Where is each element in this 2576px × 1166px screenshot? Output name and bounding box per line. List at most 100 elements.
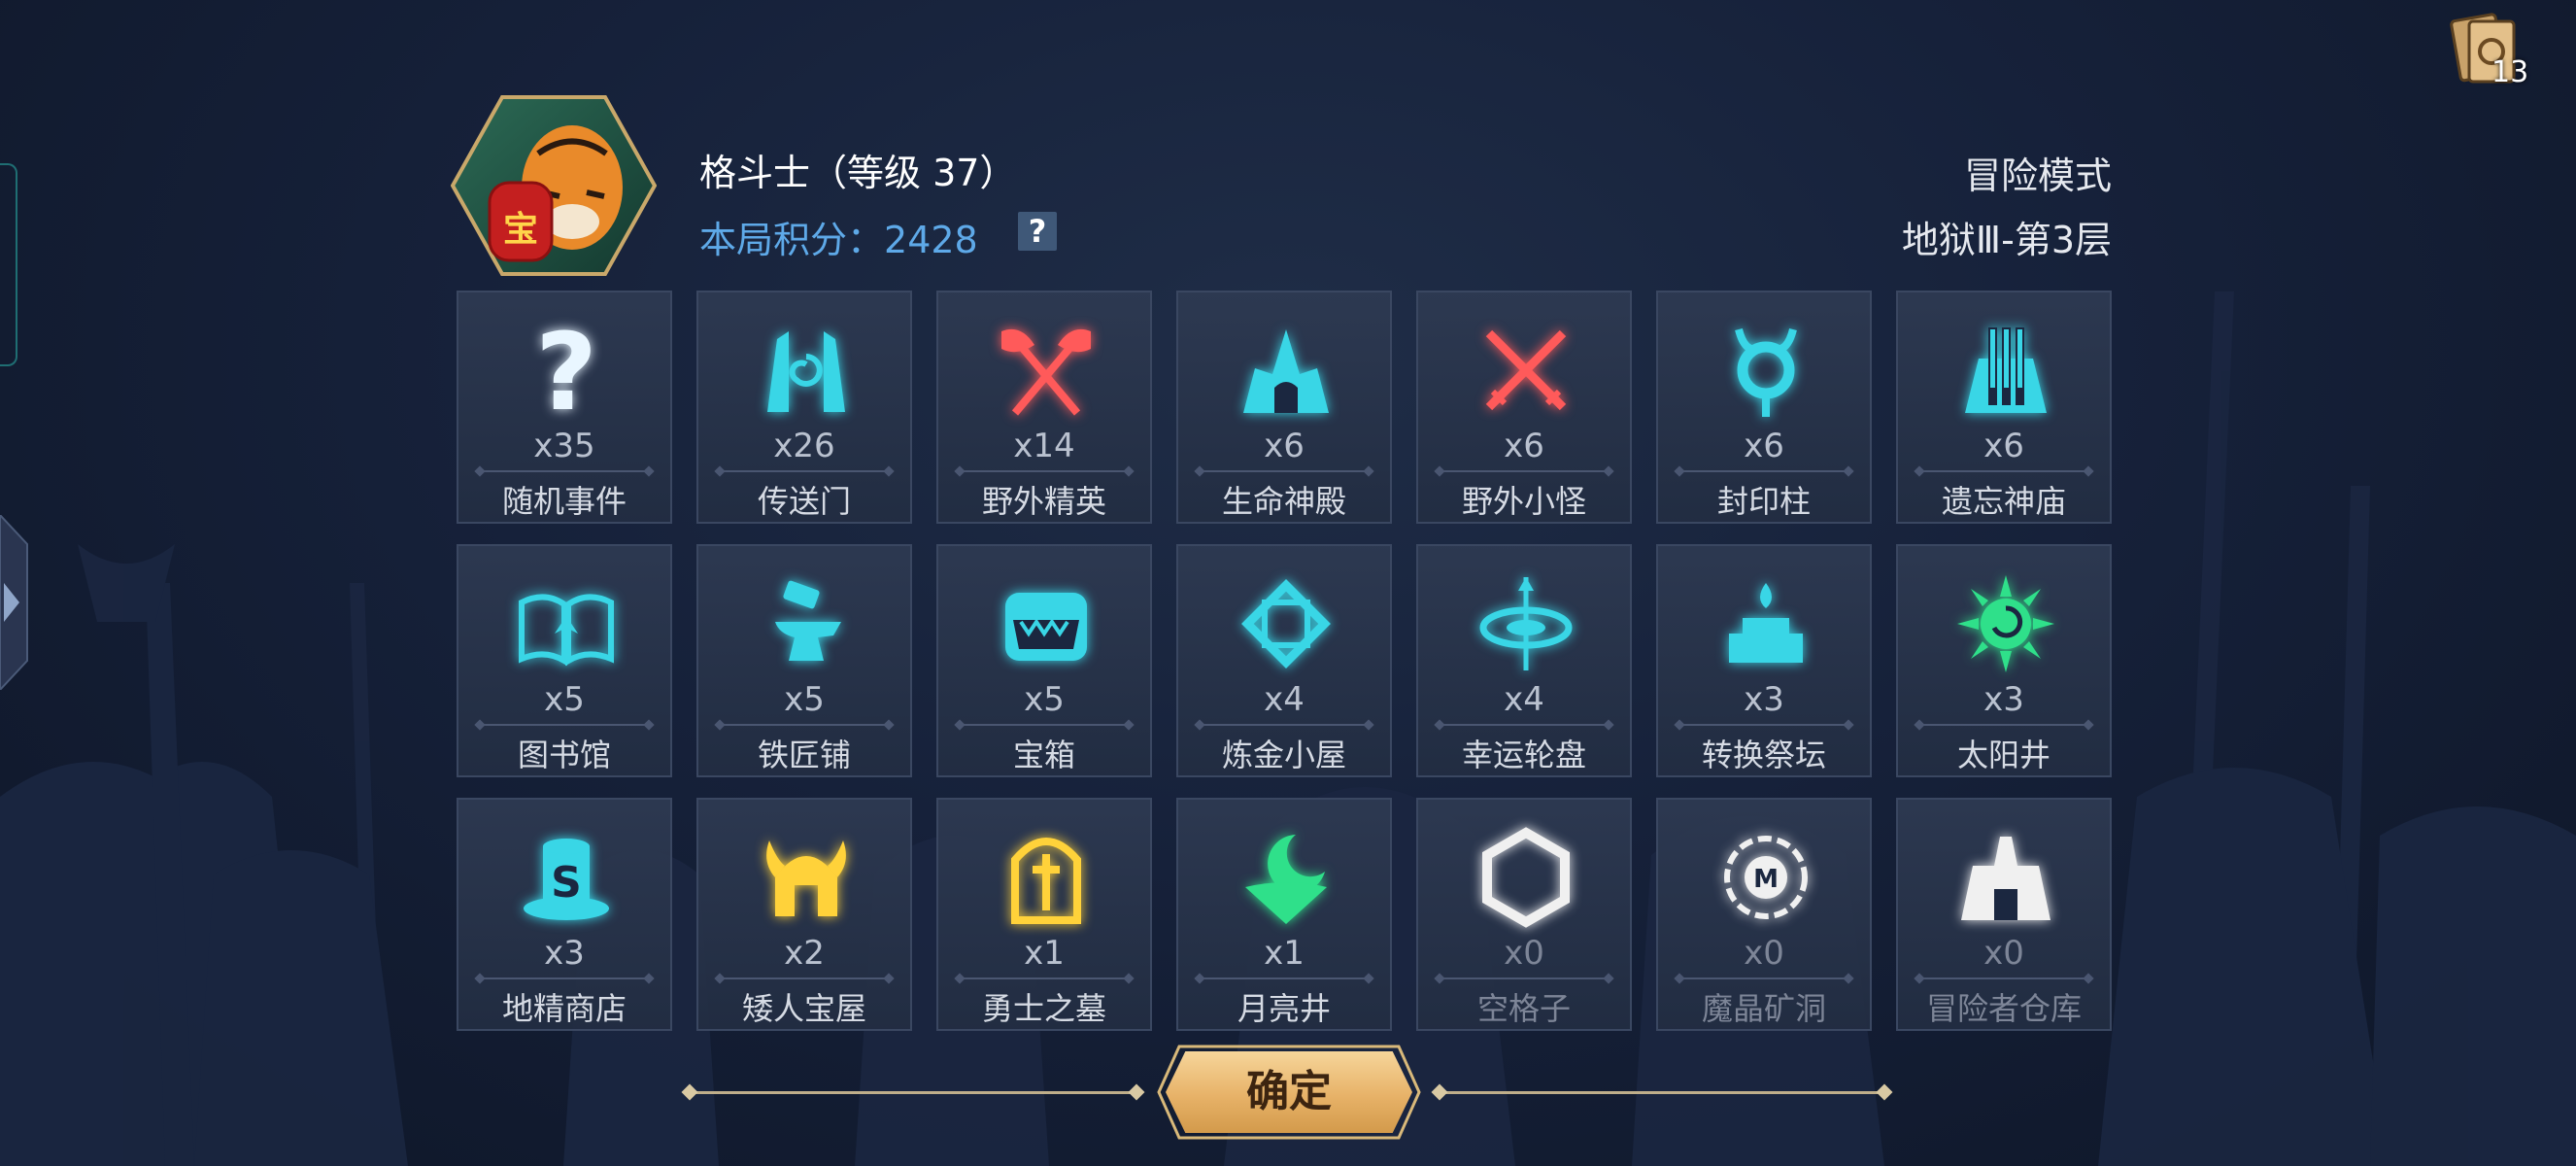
tile-divider bbox=[1919, 977, 2088, 979]
help-icon[interactable]: ? bbox=[1018, 212, 1057, 251]
map-node-tile[interactable]: x6 生命神殿 bbox=[1176, 291, 1392, 524]
tile-divider bbox=[1679, 470, 1848, 472]
map-node-tile[interactable]: x1 勇士之墓 bbox=[936, 798, 1152, 1031]
tile-name: 传送门 bbox=[757, 483, 851, 520]
tile-divider bbox=[480, 977, 649, 979]
tile-count: x6 bbox=[1264, 427, 1305, 465]
tile-divider bbox=[1440, 470, 1609, 472]
map-node-tile[interactable]: x2 矮人宝屋 bbox=[696, 798, 912, 1031]
tile-name: 遗忘神庙 bbox=[1941, 483, 2066, 520]
map-node-tile[interactable]: x5 铁匠铺 bbox=[696, 544, 912, 777]
map-node-tile[interactable]: x1 月亮井 bbox=[1176, 798, 1392, 1031]
map-node-tile[interactable]: x4 幸运轮盘 bbox=[1416, 544, 1632, 777]
tile-count: x3 bbox=[1744, 680, 1784, 719]
tile-name: 地精商店 bbox=[501, 990, 627, 1027]
map-node-tile[interactable]: ? x35 随机事件 bbox=[457, 291, 672, 524]
tile-name: 太阳井 bbox=[1956, 737, 2051, 773]
level-label: 地狱Ⅲ-第3层 bbox=[1901, 219, 2112, 261]
tile-count: x2 bbox=[784, 934, 825, 973]
divider-left-end-dot bbox=[1128, 1083, 1145, 1101]
tile-divider bbox=[960, 470, 1129, 472]
map-node-tile[interactable]: x5 宝箱 bbox=[936, 544, 1152, 777]
svg-text:?: ? bbox=[535, 320, 597, 421]
tile-count: x4 bbox=[1504, 680, 1544, 719]
tile-count: x5 bbox=[544, 680, 585, 719]
tile-divider bbox=[1440, 724, 1609, 726]
mode-label: 冒险模式 bbox=[1963, 154, 2112, 197]
tile-name: 封印柱 bbox=[1716, 483, 1811, 520]
tile-count: x3 bbox=[544, 934, 585, 973]
divider-right-dot bbox=[1431, 1083, 1448, 1101]
tile-count: x6 bbox=[1744, 427, 1784, 465]
divider-left-dot bbox=[681, 1083, 698, 1101]
tile-name: 野外小怪 bbox=[1461, 483, 1586, 520]
svg-text:M: M bbox=[1753, 865, 1779, 894]
map-node-tile[interactable]: x26 传送门 bbox=[696, 291, 912, 524]
map-node-tile[interactable]: x0 冒险者仓库 bbox=[1896, 798, 2112, 1031]
moon-well-icon bbox=[1245, 835, 1327, 924]
map-node-tile[interactable]: x0 空格子 bbox=[1416, 798, 1632, 1031]
tile-divider bbox=[720, 724, 889, 726]
map-node-tile[interactable]: x3 太阳井 bbox=[1896, 544, 2112, 777]
magic-crystal-mine-icon: M bbox=[1724, 836, 1808, 919]
tile-count: x5 bbox=[1024, 680, 1065, 719]
map-node-tile[interactable]: x6 遗忘神庙 bbox=[1896, 291, 2112, 524]
tile-divider bbox=[1919, 724, 2088, 726]
map-node-tile[interactable]: x4 炼金小屋 bbox=[1176, 544, 1392, 777]
tile-divider bbox=[1919, 470, 2088, 472]
tile-divider bbox=[720, 470, 889, 472]
tile-name: 矮人宝屋 bbox=[741, 990, 866, 1027]
tile-count: x35 bbox=[533, 427, 595, 465]
dwarf-helmet-icon bbox=[766, 840, 846, 916]
confirm-area: 确定 bbox=[680, 1045, 1894, 1140]
treasure-chest-icon bbox=[1005, 593, 1087, 661]
tile-divider bbox=[1200, 724, 1369, 726]
tile-name: 转换祭坛 bbox=[1701, 737, 1826, 773]
divider-left bbox=[690, 1091, 1136, 1094]
alchemy-diamond-icon bbox=[1241, 579, 1331, 669]
tile-name: 勇士之墓 bbox=[981, 990, 1106, 1027]
map-node-tile[interactable]: x6 野外小怪 bbox=[1416, 291, 1632, 524]
map-node-tile[interactable]: x3 转换祭坛 bbox=[1656, 544, 1872, 777]
tile-divider bbox=[480, 724, 649, 726]
score-value: 2428 bbox=[884, 219, 978, 261]
life-temple-icon bbox=[1243, 329, 1329, 413]
player-avatar[interactable]: 宝 bbox=[451, 95, 657, 276]
score-line: 本局积分：2428 bbox=[699, 210, 978, 263]
confirm-button[interactable]: 确定 bbox=[1166, 1051, 1412, 1133]
svg-text:S: S bbox=[551, 858, 582, 908]
expand-arrow-icon[interactable] bbox=[0, 515, 29, 690]
tile-name: 炼金小屋 bbox=[1221, 737, 1346, 773]
tile-count: x0 bbox=[1744, 934, 1784, 973]
portal-icon bbox=[767, 331, 845, 412]
score-label: 本局积分： bbox=[699, 219, 885, 261]
tile-name: 铁匠铺 bbox=[757, 737, 851, 773]
tile-count: x3 bbox=[1983, 680, 2024, 719]
map-node-tile[interactable]: x14 野外精英 bbox=[936, 291, 1152, 524]
tile-divider bbox=[1200, 470, 1369, 472]
altar-icon bbox=[1729, 583, 1803, 663]
anvil-icon bbox=[775, 580, 841, 661]
divider-right bbox=[1438, 1091, 1884, 1094]
tile-divider bbox=[1200, 977, 1369, 979]
goblin-shop-icon: S bbox=[524, 839, 609, 920]
map-node-tile[interactable]: x6 封印柱 bbox=[1656, 291, 1872, 524]
tile-count: x26 bbox=[773, 427, 835, 465]
crossed-axes-icon bbox=[1001, 328, 1091, 416]
tombstone-icon bbox=[1011, 838, 1081, 924]
tile-count: x0 bbox=[1983, 934, 2024, 973]
seal-pillar-icon bbox=[1735, 327, 1797, 417]
left-side-tab[interactable] bbox=[0, 163, 17, 366]
tile-count: x0 bbox=[1504, 934, 1544, 973]
crossed-swords-icon bbox=[1485, 329, 1567, 411]
map-node-tile[interactable]: x5 图书馆 bbox=[457, 544, 672, 777]
map-node-tile[interactable]: Sx3 地精商店 bbox=[457, 798, 672, 1031]
tile-count: x14 bbox=[1013, 427, 1075, 465]
empty-hexagon-icon bbox=[1482, 827, 1570, 928]
tile-name: 随机事件 bbox=[501, 483, 627, 520]
adventurer-warehouse-icon bbox=[1961, 837, 2051, 920]
tile-name: 魔晶矿洞 bbox=[1701, 990, 1826, 1027]
sun-well-icon bbox=[1957, 575, 2054, 672]
map-node-tile[interactable]: Mx0 魔晶矿洞 bbox=[1656, 798, 1872, 1031]
tile-name: 宝箱 bbox=[1012, 737, 1075, 773]
